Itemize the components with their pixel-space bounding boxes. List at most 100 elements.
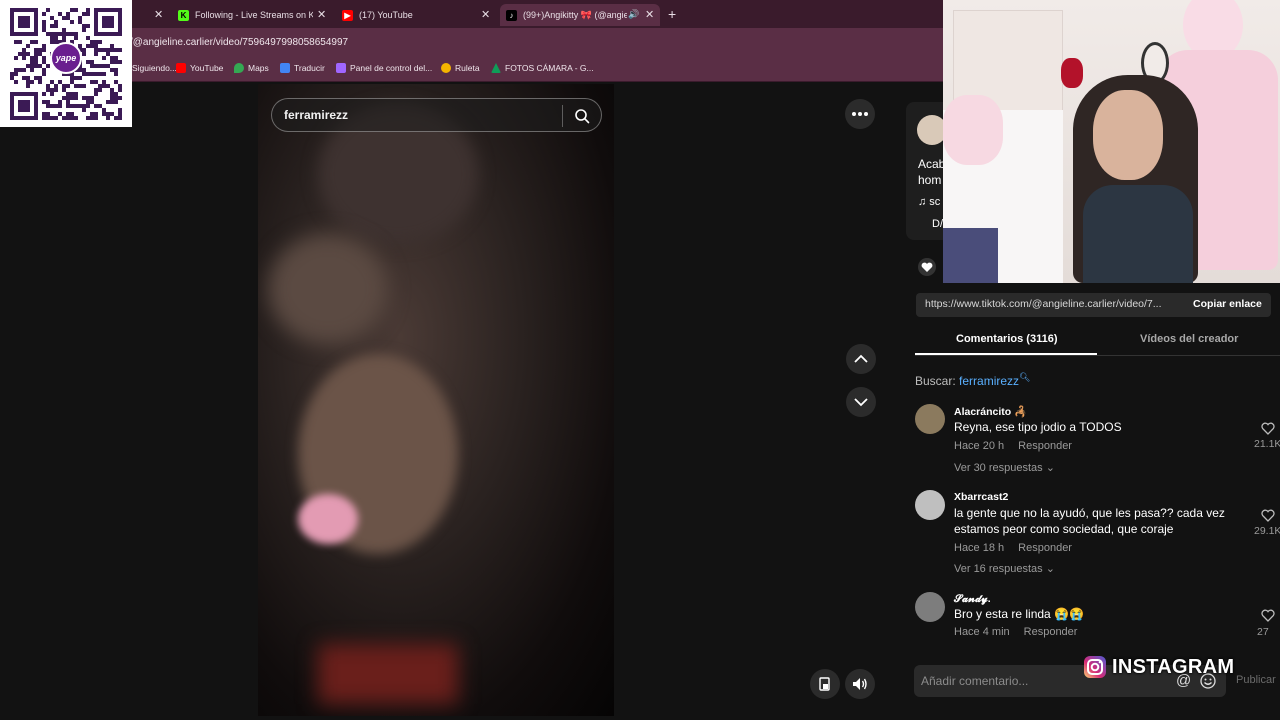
screen: ✕ K Following - Live Streams on Kick ✕ ▶… bbox=[0, 0, 1280, 720]
new-tab-icon[interactable]: + bbox=[668, 6, 676, 22]
youtube-icon bbox=[176, 63, 186, 73]
qr-finder-center bbox=[18, 100, 30, 112]
search-keyword-prefix: Buscar: bbox=[915, 374, 956, 388]
picture-in-picture-button[interactable] bbox=[810, 669, 840, 699]
reply-button[interactable]: Responder bbox=[1018, 542, 1072, 554]
comment-username[interactable]: 𝓢𝓪𝓷𝓭𝔂. bbox=[954, 593, 991, 606]
reply-button[interactable]: Responder bbox=[1024, 626, 1078, 638]
qr-finder-center bbox=[18, 16, 30, 28]
like-count: 21.1K bbox=[1254, 438, 1280, 450]
caption-text: hom bbox=[918, 173, 942, 187]
search-keyword: Buscar: ferramirezz🔍︎ bbox=[915, 372, 1030, 388]
youtube-icon: ▶ bbox=[342, 9, 353, 21]
comment-meta: Hace 18 h Responder bbox=[954, 542, 1072, 554]
tab-active-indicator bbox=[915, 353, 1097, 355]
dashboard-icon bbox=[336, 63, 346, 73]
sound-link[interactable]: ♫ sc bbox=[918, 196, 940, 208]
view-replies-button[interactable]: Ver 30 respuestas ⌄ bbox=[954, 461, 1055, 474]
roulette-icon bbox=[441, 63, 451, 73]
bookmark-traducir[interactable]: Traducir bbox=[280, 63, 325, 73]
bookmark-label: YouTube bbox=[190, 63, 224, 73]
comment-time: Hace 20 h bbox=[954, 440, 1005, 452]
tab-close-icon[interactable]: ✕ bbox=[645, 8, 654, 21]
webcam-plush bbox=[943, 95, 1003, 165]
heart-icon[interactable] bbox=[917, 258, 937, 276]
instagram-label: INSTAGRAM bbox=[1112, 655, 1235, 678]
more-dots-icon bbox=[852, 112, 868, 116]
panel-tabs: Comentarios (3116) Vídeos del creador bbox=[915, 330, 1280, 356]
tab-close-icon[interactable]: ✕ bbox=[317, 8, 326, 21]
webcam-clothes bbox=[943, 228, 998, 283]
yape-logo-text: yape bbox=[55, 53, 77, 63]
more-options-button[interactable] bbox=[845, 99, 875, 129]
comment-meta: Hace 20 h Responder bbox=[954, 440, 1072, 452]
search-divider bbox=[562, 105, 563, 127]
instagram-icon bbox=[1084, 656, 1106, 678]
reply-button[interactable]: Responder bbox=[1018, 440, 1072, 452]
tab-youtube[interactable]: ▶ (17) YouTube bbox=[336, 4, 486, 26]
search-icon[interactable] bbox=[574, 108, 590, 124]
video-frame-region bbox=[268, 234, 388, 344]
bookmark-fotos[interactable]: FOTOS CÁMARA - G... bbox=[491, 63, 594, 73]
avatar[interactable] bbox=[915, 490, 945, 520]
search-bar[interactable]: ferramirezz bbox=[271, 98, 602, 132]
bookmark-youtube[interactable]: YouTube bbox=[176, 63, 223, 73]
bookmark-label: Traducir bbox=[294, 63, 325, 73]
bookmark-maps[interactable]: Maps bbox=[234, 63, 269, 73]
bookmark-siguiendo[interactable]: Siguiendo... bbox=[132, 63, 177, 73]
webcam-streamer-shirt bbox=[1083, 185, 1193, 283]
webcam-roses bbox=[1061, 58, 1083, 88]
webcam-streamer-face bbox=[1093, 90, 1163, 180]
publish-button[interactable]: Publicar bbox=[1236, 674, 1276, 686]
tab-comments[interactable]: Comentarios (3116) bbox=[956, 333, 1057, 345]
comment-time: Hace 18 h bbox=[954, 542, 1005, 554]
caption-text: Acab bbox=[918, 157, 946, 171]
next-video-button[interactable] bbox=[846, 387, 876, 417]
chevron-down-icon bbox=[854, 398, 868, 407]
bookmark-label: Panel de control del... bbox=[350, 63, 433, 73]
search-keyword-link[interactable]: ferramirezz bbox=[959, 374, 1019, 388]
volume-button[interactable] bbox=[845, 669, 875, 699]
video-player[interactable] bbox=[258, 84, 614, 716]
tab-creator-videos[interactable]: Vídeos del creador bbox=[1140, 333, 1238, 345]
tab-close-icon[interactable]: ✕ bbox=[154, 8, 163, 21]
tab-kick[interactable]: K Following - Live Streams on Kick bbox=[172, 4, 327, 26]
comment-username[interactable]: Alacráncito 🦂 bbox=[954, 405, 1027, 418]
tab-close-icon[interactable]: ✕ bbox=[481, 8, 490, 21]
search-input[interactable]: ferramirezz bbox=[284, 108, 348, 122]
avatar[interactable] bbox=[915, 404, 945, 434]
tab-label: Following - Live Streams on Kick bbox=[195, 10, 313, 20]
webcam-overlay bbox=[943, 0, 1280, 283]
heart-icon[interactable] bbox=[1261, 509, 1275, 522]
volume-icon bbox=[853, 678, 867, 690]
url-field[interactable]: /@angieline.carlier/video/75964979980586… bbox=[130, 34, 930, 52]
tab-label: (99+)Angikitty 🎀 (@angieline.carlier) bbox=[523, 9, 627, 20]
bookmark-label: FOTOS CÁMARA - G... bbox=[505, 63, 594, 73]
bookmark-label: Siguiendo... bbox=[132, 63, 177, 73]
tab-label: (17) YouTube bbox=[359, 10, 413, 20]
bookmark-ruleta[interactable]: Ruleta bbox=[441, 63, 480, 73]
comment-meta: Hace 4 min Responder bbox=[954, 626, 1077, 638]
view-replies-button[interactable]: Ver 16 respuestas ⌄ bbox=[954, 562, 1055, 575]
qr-finder-center bbox=[102, 16, 114, 28]
heart-icon[interactable] bbox=[1261, 422, 1275, 435]
maps-icon bbox=[234, 63, 244, 73]
tab-audio-icon[interactable]: 🔊 bbox=[628, 9, 639, 20]
picture-in-picture-icon bbox=[819, 677, 830, 691]
comment-text: la gente que no la ayudó, que les pasa??… bbox=[954, 506, 1225, 536]
video-frame-region bbox=[318, 644, 458, 704]
yape-qr-code: yape bbox=[0, 0, 132, 127]
instagram-overlay: INSTAGRAM bbox=[1083, 655, 1234, 679]
previous-video-button[interactable] bbox=[846, 344, 876, 374]
video-frame-region bbox=[298, 494, 358, 544]
bookmark-panel[interactable]: Panel de control del... bbox=[336, 63, 432, 73]
bookmark-label: Maps bbox=[248, 63, 269, 73]
heart-icon[interactable] bbox=[1261, 609, 1275, 622]
search-icon: 🔍︎ bbox=[1019, 372, 1031, 382]
share-link-text[interactable]: https://www.tiktok.com/@angieline.carlie… bbox=[925, 298, 1162, 310]
like-count: 27 bbox=[1257, 626, 1269, 638]
avatar[interactable] bbox=[915, 592, 945, 622]
comment-username[interactable]: Xbarrcast2 bbox=[954, 491, 1008, 503]
copy-link-button[interactable]: Copiar enlace bbox=[1193, 298, 1262, 310]
tag-text: D/ bbox=[932, 218, 943, 230]
